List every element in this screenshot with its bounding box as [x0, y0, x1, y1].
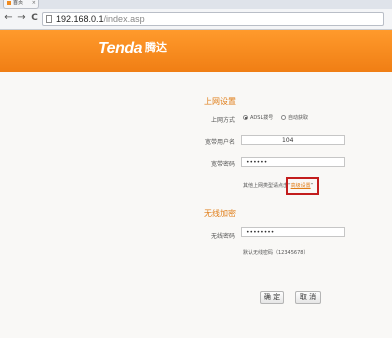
highlight-box [286, 177, 319, 195]
radio-checked-icon [243, 115, 248, 120]
account-label: 宽带用户名 [204, 139, 235, 146]
radio-auto[interactable]: 自动获取 [281, 114, 308, 121]
password-input[interactable]: •••••• [241, 157, 345, 167]
advanced-hint-text: 其他上网类型请点击 [243, 183, 289, 189]
radio-unchecked-icon [281, 115, 286, 120]
tab-strip: 首页 × [0, 0, 392, 9]
reload-icon[interactable]: C [29, 12, 40, 24]
password-label: 宽带密码 [210, 161, 235, 168]
address-bar[interactable]: 192.168.0.1/index.asp [42, 12, 384, 26]
forward-icon[interactable]: → [16, 12, 27, 24]
brand-header [0, 30, 392, 72]
internet-section-title: 上网设置 [204, 97, 236, 106]
url-text: 192.168.0.1/index.asp [56, 13, 145, 25]
radio-auto-label: 自动获取 [288, 115, 309, 121]
url-host: 192.168.0.1 [56, 14, 104, 24]
radio-adsl[interactable]: ADSL拨号 [243, 114, 273, 121]
browser-tab[interactable]: 首页 × [3, 0, 39, 9]
tab-title: 首页 [13, 0, 24, 6]
tab-close-icon[interactable]: × [32, 0, 36, 7]
mode-label: 上网方式 [210, 117, 235, 124]
account-input[interactable]: 104 [241, 135, 345, 145]
back-icon[interactable]: ← [3, 12, 14, 24]
tenda-logo: Tenda 腾达 [98, 39, 167, 59]
url-path: /index.asp [103, 14, 145, 24]
browser-toolbar: ← → C 192.168.0.1/index.asp [0, 9, 392, 30]
wireless-default-hint: 默认无线密码（12345678） [243, 250, 309, 256]
wireless-password-label: 无线密码 [210, 233, 235, 240]
cancel-button[interactable]: 取 消 [295, 291, 321, 304]
logo-cn-text: 腾达 [145, 42, 168, 54]
page-icon [46, 15, 52, 23]
wireless-password-input[interactable]: •••••••• [241, 227, 345, 237]
wireless-section-title: 无线加密 [204, 209, 236, 218]
logo-text: Tenda [98, 40, 143, 57]
favicon-icon [7, 0, 11, 5]
confirm-button[interactable]: 确 定 [260, 291, 284, 304]
radio-adsl-label: ADSL拨号 [250, 115, 274, 121]
